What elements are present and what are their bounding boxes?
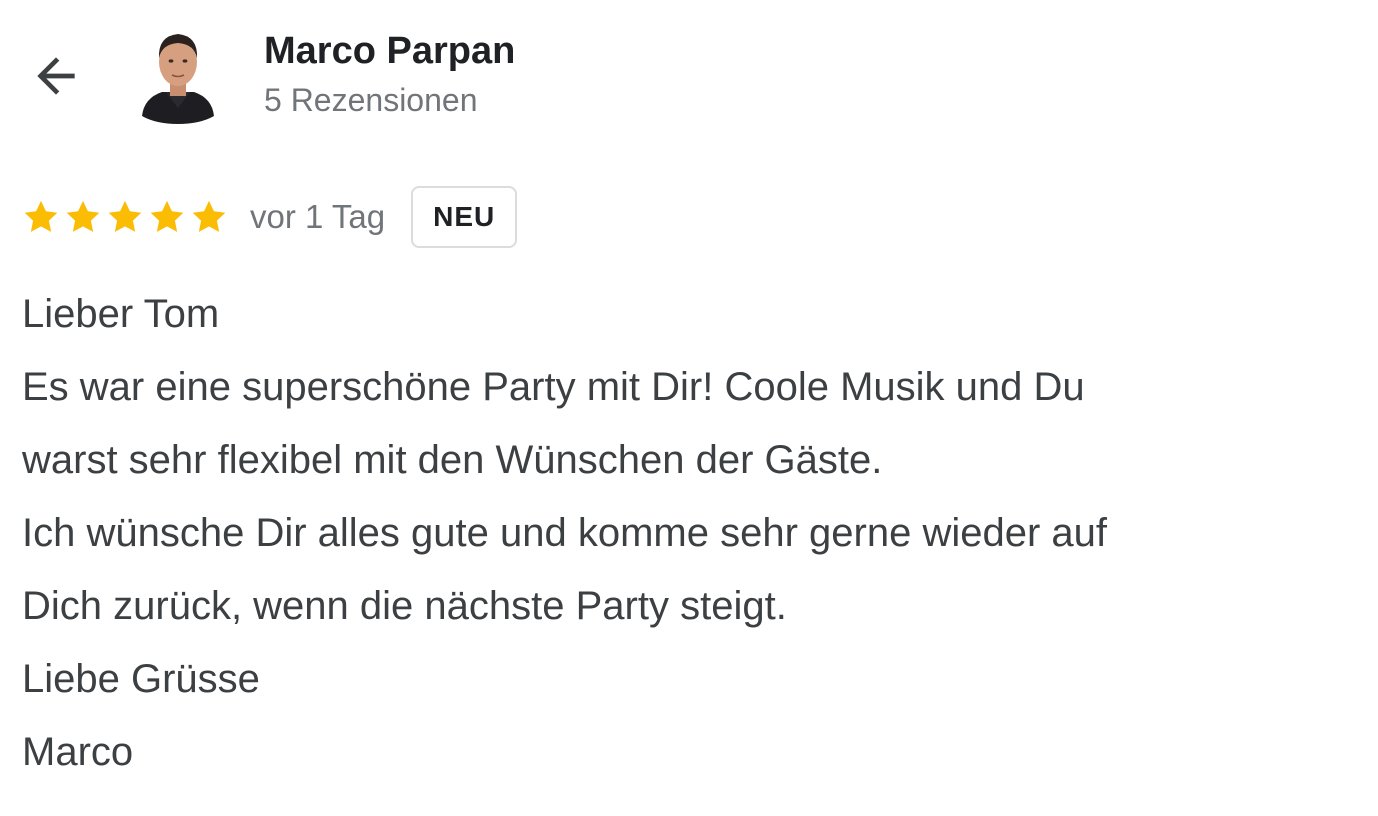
- star-icon: [24, 200, 58, 232]
- review-text-line: Es war eine superschöne Party mit Dir! C…: [22, 365, 1085, 409]
- star-icon: [150, 200, 184, 232]
- star-icon: [66, 200, 100, 232]
- star-icon: [108, 200, 142, 232]
- reviewer-header: Marco Parpan 5 Rezensionen: [0, 0, 1378, 150]
- star-rating: [22, 198, 228, 236]
- avatar-photo: [142, 34, 214, 124]
- review-count[interactable]: 5 Rezensionen: [264, 80, 477, 120]
- review-text-line: Marco: [22, 730, 134, 774]
- review-text-line: Dich zurück, wenn die nächste Party stei…: [22, 584, 787, 628]
- back-button[interactable]: [24, 44, 88, 108]
- new-badge: NEU: [411, 186, 518, 248]
- avatar[interactable]: [140, 28, 216, 124]
- arrow-left-icon: [37, 57, 75, 95]
- review-time: vor 1 Tag: [250, 198, 386, 235]
- star-icon: [192, 200, 226, 232]
- review-text-line: Lieber Tom: [22, 292, 220, 336]
- review-text-line: warst sehr flexibel mit den Wünschen der…: [22, 438, 883, 482]
- review-text-line: Liebe Grüsse: [22, 657, 260, 701]
- review-meta: vor 1 Tag NEU: [22, 184, 518, 250]
- review-text-line: Ich wünsche Dir alles gute und komme seh…: [22, 511, 1107, 555]
- review-body: Lieber Tom Es war eine superschöne Party …: [22, 278, 1362, 789]
- reviewer-name[interactable]: Marco Parpan: [264, 28, 515, 74]
